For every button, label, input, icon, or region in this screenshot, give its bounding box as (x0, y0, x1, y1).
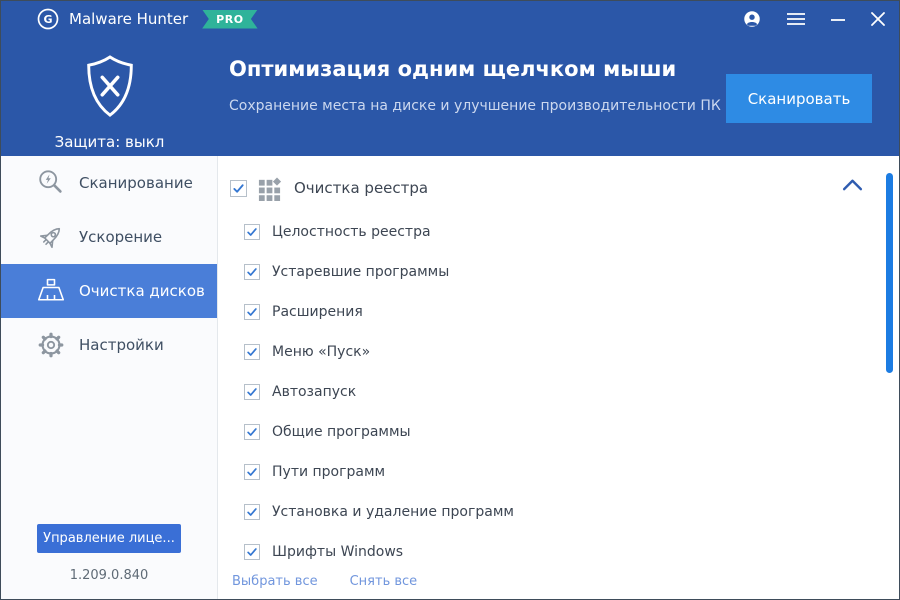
checkbox[interactable] (244, 464, 260, 480)
cleanup-item[interactable]: Целостность реестра (230, 212, 899, 252)
account-icon[interactable] (743, 10, 761, 28)
sidebar-item-label: Настройки (79, 336, 164, 354)
cleanup-item[interactable]: Устаревшие программы (230, 252, 899, 292)
app-title: Malware Hunter (69, 10, 189, 28)
protection-status: Защита: выкл (54, 133, 165, 151)
deselect-all-link[interactable]: Снять все (350, 574, 418, 589)
app-body: Сканирование Ускорение Очистка дисков Настр… (1, 156, 899, 599)
registry-grid-icon (257, 176, 282, 201)
protection-panel: Защита: выкл (1, 37, 218, 156)
gear-icon (35, 329, 67, 361)
checkbox[interactable] (244, 544, 260, 560)
cleanup-item-label: Общие программы (272, 424, 411, 440)
select-all-link[interactable]: Выбрать все (232, 574, 318, 589)
scrollbar-thumb[interactable] (886, 173, 893, 373)
menu-icon[interactable] (787, 12, 805, 26)
cleanup-item-label: Пути программ (272, 464, 386, 480)
close-icon[interactable] (871, 12, 885, 26)
cleanup-item[interactable]: Пути программ (230, 452, 899, 492)
checkbox[interactable] (244, 304, 260, 320)
app-version: 1.209.0.840 (69, 568, 149, 583)
titlebar: G Malware Hunter PRO (1, 1, 899, 37)
sidebar-item-settings[interactable]: Настройки (1, 318, 217, 372)
license-manage-button[interactable]: Управление лице... (37, 524, 181, 553)
chevron-up-icon[interactable] (842, 178, 863, 191)
cleanup-item-label: Шрифты Windows (272, 544, 404, 560)
rocket-icon (35, 221, 67, 253)
cleanup-item-label: Установка и удаление программ (272, 504, 514, 520)
cleanup-item[interactable]: Меню «Пуск» (230, 332, 899, 372)
app-logo-icon: G (37, 8, 59, 30)
checkbox[interactable] (244, 384, 260, 400)
checkbox[interactable] (244, 344, 260, 360)
sidebar: Сканирование Ускорение Очистка дисков Настр… (1, 156, 218, 599)
cleanup-item-label: Целостность реестра (272, 224, 431, 240)
sidebar-item-scan[interactable]: Сканирование (1, 156, 217, 210)
page-subtitle: Сохранение места на диске и улучшение пр… (229, 98, 721, 114)
sidebar-nav: Сканирование Ускорение Очистка дисков Настр… (1, 156, 217, 372)
sidebar-item-label: Ускорение (79, 228, 163, 246)
checkbox[interactable] (244, 504, 260, 520)
cleanup-item-label: Автозапуск (272, 384, 357, 400)
group-label: Очистка реестра (294, 179, 429, 197)
sidebar-item-label: Сканирование (79, 174, 193, 192)
broom-icon (35, 275, 67, 307)
minimize-icon[interactable] (831, 12, 845, 26)
selection-links: Выбрать все Снять все (232, 574, 417, 589)
cleanup-item-label: Меню «Пуск» (272, 344, 371, 360)
cleanup-content: Очистка реестра Целостность реестра Устар… (218, 156, 899, 599)
scan-magnifier-icon (35, 167, 67, 199)
app-window: G Malware Hunter PRO Защита: выкл Оптими… (0, 0, 900, 600)
cleanup-item[interactable]: Автозапуск (230, 372, 899, 412)
header: Защита: выкл Оптимизация одним щелчком м… (1, 37, 899, 156)
header-text: Оптимизация одним щелчком мыши Сохранени… (218, 37, 721, 156)
cleanup-item[interactable]: Шрифты Windows (230, 532, 899, 572)
group-checkbox[interactable] (230, 179, 247, 197)
cleanup-item-label: Расширения (272, 304, 363, 320)
svg-text:G: G (43, 13, 52, 26)
cleanup-item[interactable]: Общие программы (230, 412, 899, 452)
sidebar-item-label: Очистка дисков (79, 282, 205, 300)
checkbox[interactable] (244, 264, 260, 280)
pro-badge: PRO (202, 9, 258, 29)
shield-off-icon (79, 51, 141, 129)
group-header-registry-cleanup[interactable]: Очистка реестра (230, 174, 899, 202)
page-title: Оптимизация одним щелчком мыши (229, 57, 677, 81)
sidebar-item-cleanup[interactable]: Очистка дисков (1, 264, 217, 318)
cleanup-item[interactable]: Расширения (230, 292, 899, 332)
sidebar-item-speedup[interactable]: Ускорение (1, 210, 217, 264)
checkbox[interactable] (244, 224, 260, 240)
checkbox[interactable] (244, 424, 260, 440)
scan-button[interactable]: Сканировать (726, 74, 872, 123)
cleanup-list: Целостность реестра Устаревшие программы Р… (230, 212, 899, 572)
titlebar-controls (743, 10, 899, 28)
cleanup-item[interactable]: Установка и удаление программ (230, 492, 899, 532)
cleanup-item-label: Устаревшие программы (272, 264, 450, 280)
